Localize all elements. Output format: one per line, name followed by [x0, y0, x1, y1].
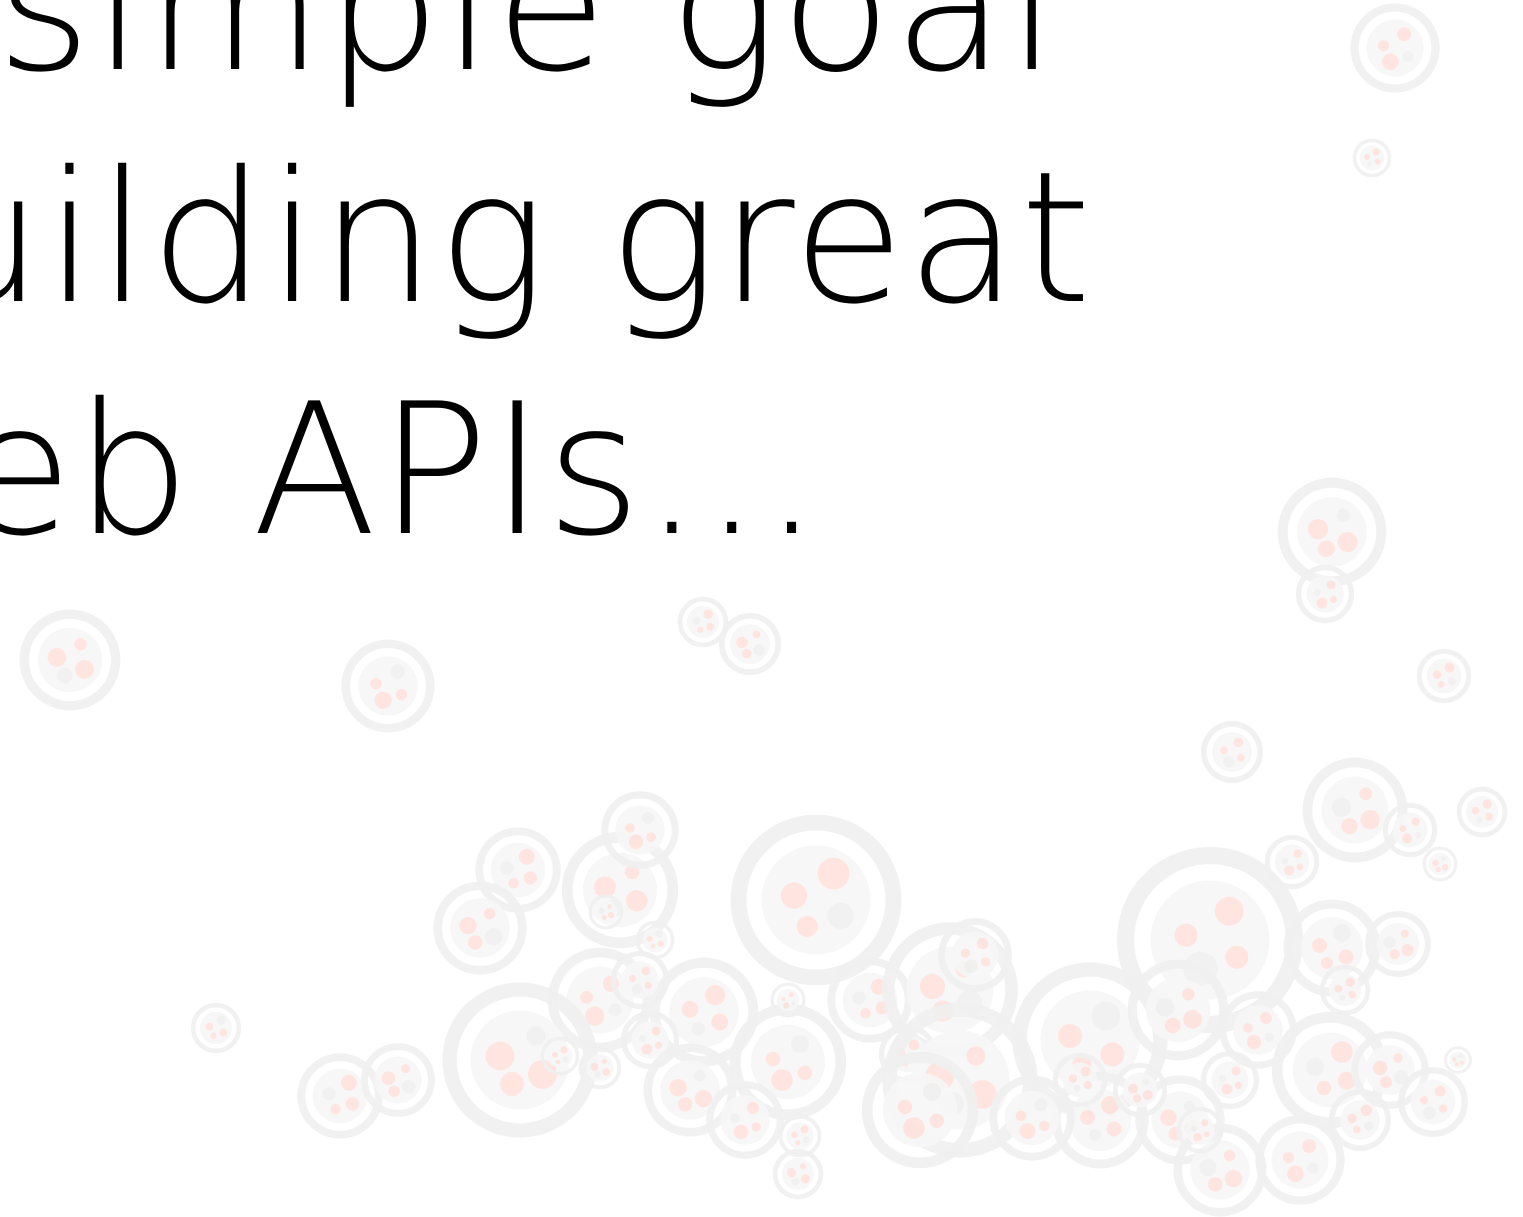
hero-headline: A simple goal building great web APIs... [0, 0, 1093, 586]
headline-line-2: building great [0, 132, 1094, 344]
bubble-icon [1444, 1046, 1472, 1074]
bubble-icon [341, 639, 435, 733]
bubble-icon [1416, 648, 1472, 704]
bubble-icon [1456, 786, 1508, 838]
bubble-icon [861, 1051, 979, 1169]
bubble-icon [540, 1036, 580, 1076]
bubble-icon [770, 982, 806, 1018]
bubble-icon [561, 831, 679, 949]
bubble-icon [1127, 959, 1229, 1061]
bubble-icon [706, 1081, 784, 1159]
bubble-icon [1422, 846, 1458, 882]
bubble-icon [938, 918, 1012, 992]
bubble-icon [1295, 564, 1355, 624]
headline-line-1: A simple goal [0, 0, 1060, 112]
bubble-icon [1052, 1052, 1108, 1108]
bubble-icon [601, 791, 679, 869]
bubble-icon [677, 596, 729, 648]
headline-line-3: web APIs... [0, 364, 823, 576]
bubble-icon [1398, 1067, 1468, 1137]
bubble-icon [1365, 911, 1431, 977]
bubble-icon [1176, 1106, 1224, 1154]
bubble-icon [1255, 1115, 1345, 1205]
bubble-icon [1200, 720, 1264, 784]
bubble-icon [588, 894, 624, 930]
bubble-icon [475, 827, 561, 913]
bubble-icon [578, 1046, 622, 1090]
bubble-icon [1328, 1088, 1392, 1152]
bubble-icon [1350, 3, 1440, 93]
bubble-icon [772, 1148, 824, 1200]
bubble-icon [610, 950, 670, 1010]
bubble-icon [1382, 802, 1438, 858]
bubble-icon [643, 1043, 737, 1137]
bubble-icon [433, 881, 527, 975]
bubble-icon [1112, 1062, 1168, 1118]
hero-section: A simple goal building great web APIs... [0, 0, 1523, 1217]
bubble-icon [19, 609, 121, 711]
bubble-icon [361, 1043, 435, 1117]
bubble-icon [635, 920, 675, 960]
bubble-icon [1319, 964, 1371, 1016]
bubble-icon [1200, 1050, 1260, 1110]
bubble-icon [190, 1002, 242, 1054]
bubble-icon [718, 612, 782, 676]
bubble-icon [1352, 138, 1392, 178]
bubble-icon [730, 814, 902, 986]
